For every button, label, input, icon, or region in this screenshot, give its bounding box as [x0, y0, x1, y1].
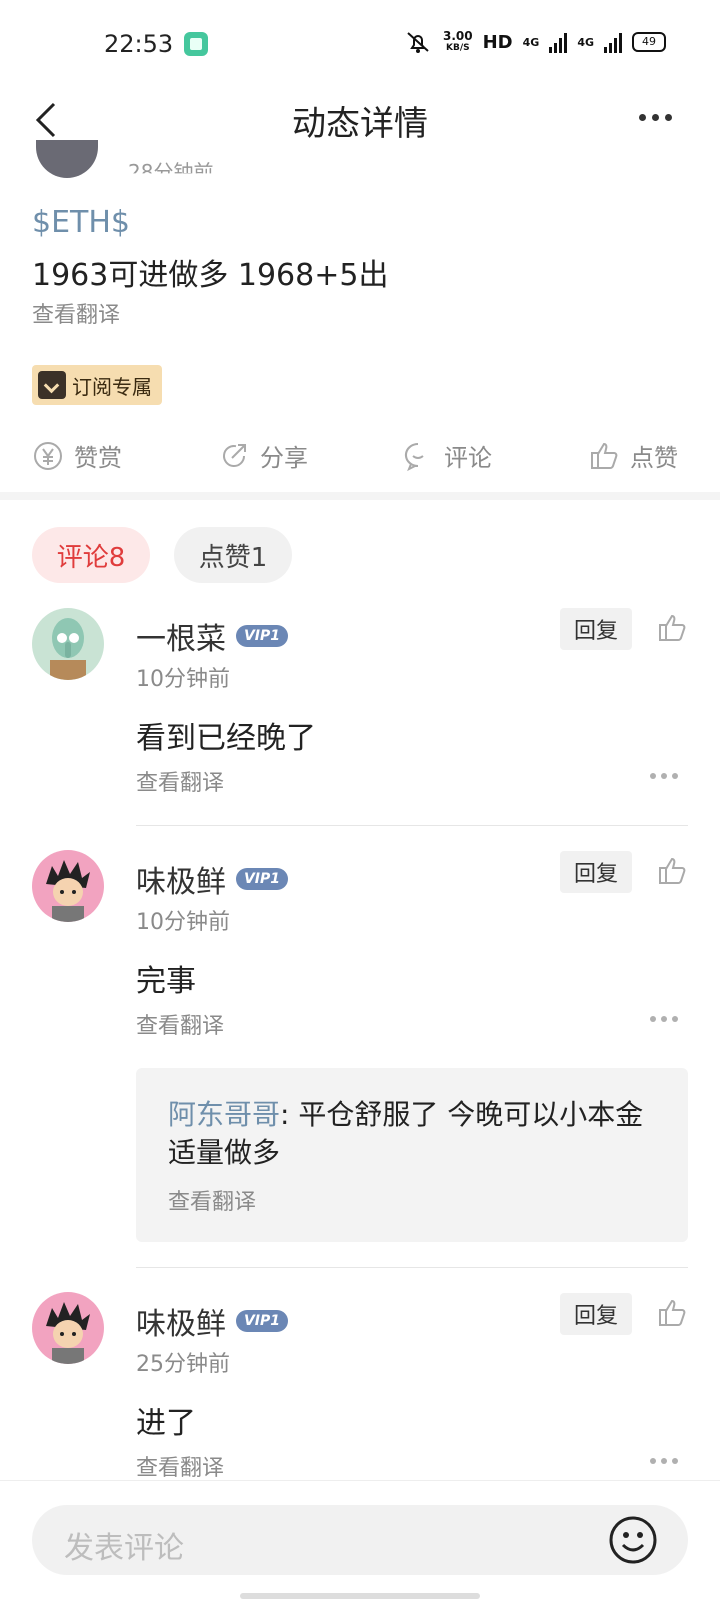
page-title: 动态详情	[292, 104, 428, 144]
badge-label: 订阅专属	[72, 374, 152, 399]
comment-author[interactable]: 味极鲜 VIP1	[136, 1299, 288, 1343]
avatar-squidward	[32, 608, 104, 680]
comment-text: 完事	[136, 964, 196, 999]
comment-author[interactable]: 一根菜 VIP1	[136, 614, 288, 658]
comment-divider	[136, 1267, 688, 1268]
tab-comments[interactable]: 评论8	[32, 527, 150, 583]
avatar-goku	[32, 850, 104, 922]
reward-button[interactable]: 赞赏	[32, 438, 122, 473]
like-label: 点赞	[630, 444, 678, 472]
share-label: 分享	[260, 444, 308, 472]
quote-translate-link[interactable]: 查看翻译	[168, 1184, 256, 1216]
comment-author[interactable]: 味极鲜 VIP1	[136, 857, 288, 901]
coin-tag-link[interactable]: $ETH$	[32, 205, 130, 240]
comment-like-icon[interactable]	[656, 855, 688, 887]
status-time: 22:53	[104, 30, 174, 58]
comment-more-icon[interactable]	[650, 1458, 678, 1464]
comment-like-icon[interactable]	[656, 1297, 688, 1329]
status-icons: 3.00 KB/S HD 4G 4G 49	[403, 30, 666, 54]
author-avatar[interactable]	[36, 140, 98, 178]
comment-like-icon[interactable]	[656, 612, 688, 644]
net-type-1: 4G	[522, 35, 540, 49]
reply-button[interactable]: 回复	[560, 851, 632, 893]
comment-translate-link[interactable]: 查看翻译	[136, 765, 224, 797]
comment-input-placeholder: 发表评论	[64, 1531, 184, 1566]
post-time: 28分钟前	[128, 160, 214, 184]
vip-badge: VIP1	[236, 868, 288, 890]
comment-translate-link[interactable]: 查看翻译	[136, 1008, 224, 1040]
comment-time: 10分钟前	[136, 667, 230, 692]
reward-label: 赞赏	[74, 444, 122, 472]
quoted-reply-author[interactable]: 阿东哥哥	[168, 1098, 280, 1131]
net-type-2: 4G	[577, 35, 594, 49]
avatar[interactable]	[32, 850, 104, 922]
comment-divider	[136, 825, 688, 826]
mute-icon	[407, 32, 429, 53]
reply-button[interactable]: 回复	[560, 608, 632, 650]
net-speed: 3.00 KB/S	[443, 29, 473, 53]
comment-label: 评论	[444, 444, 492, 472]
hd-indicator: HD	[482, 31, 513, 53]
vip-badge: VIP1	[236, 1310, 288, 1332]
quoted-reply-text: 阿东哥哥: 平仓舒服了 今晚可以小本金适量做多	[168, 1098, 644, 1169]
avatar[interactable]	[32, 608, 104, 680]
status-bar: 22:53 3.00 KB/S HD 4G 4G 49	[0, 0, 720, 90]
comment-time: 10分钟前	[136, 910, 230, 935]
comment-bubble-icon	[404, 442, 424, 471]
comment-composer-bar: 发表评论	[0, 1480, 720, 1601]
comment-translate-link[interactable]: 查看翻译	[136, 1450, 224, 1482]
signal-icon-2	[604, 31, 622, 53]
thumbs-up-icon	[591, 442, 618, 469]
post-translate-link[interactable]: 查看翻译	[32, 297, 120, 329]
post-content: 1963可进做多 1968+5出	[32, 258, 389, 293]
battery-icon: 49	[632, 32, 666, 52]
crown-icon	[38, 371, 66, 399]
comment-time: 25分钟前	[136, 1352, 230, 1377]
comment-button[interactable]: 评论	[402, 438, 492, 473]
avatar-goku	[32, 1292, 104, 1364]
emoji-icon[interactable]	[608, 1515, 658, 1565]
vip-badge: VIP1	[236, 625, 288, 647]
avatar[interactable]	[32, 1292, 104, 1364]
like-button[interactable]: 点赞	[588, 438, 678, 473]
quoted-reply[interactable]: 阿东哥哥: 平仓舒服了 今晚可以小本金适量做多 查看翻译	[136, 1068, 688, 1242]
yen-coin-icon	[34, 441, 62, 470]
share-icon	[223, 443, 246, 467]
comment-more-icon[interactable]	[650, 1016, 678, 1022]
signal-icon-1	[549, 31, 568, 53]
comment-text: 看到已经晚了	[136, 721, 316, 756]
comment-input[interactable]: 发表评论	[32, 1505, 688, 1575]
comment-more-icon[interactable]	[650, 773, 678, 779]
comment-text: 进了	[136, 1406, 196, 1441]
section-divider	[0, 492, 720, 500]
tab-likes[interactable]: 点赞1	[174, 527, 292, 583]
share-button[interactable]: 分享	[218, 438, 308, 473]
reply-button[interactable]: 回复	[560, 1293, 632, 1335]
more-menu-icon[interactable]	[639, 114, 672, 121]
post-actions-bar: 赞赏 分享 评论 点赞	[0, 438, 720, 478]
app-notification-icon	[184, 32, 208, 56]
subscriber-only-badge: 订阅专属	[32, 365, 162, 405]
home-indicator[interactable]	[240, 1593, 480, 1599]
